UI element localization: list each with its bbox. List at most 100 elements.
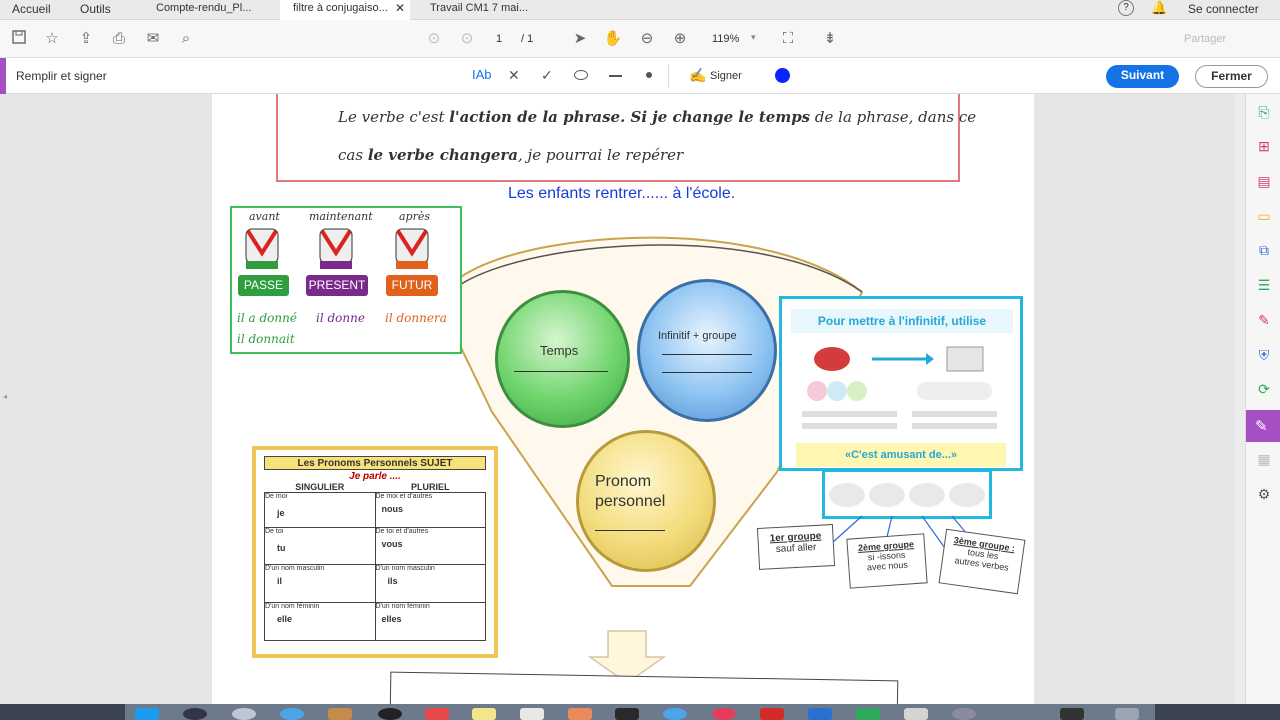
table-cell: De toi tu [264, 527, 376, 565]
comment-icon[interactable]: ▭ [1255, 207, 1273, 225]
help-icon[interactable]: ? [1118, 0, 1134, 16]
pronoun-circle: Pronom personnel [576, 430, 716, 572]
trash-icon[interactable] [1115, 708, 1139, 720]
vertical-scrollbar[interactable] [1235, 94, 1245, 704]
mail-dock-icon[interactable] [280, 708, 304, 720]
menu-home[interactable]: Accueil [12, 2, 51, 16]
table-row: De moi je De moi et d'autres nous [264, 492, 486, 528]
fill-sign-tool-active[interactable]: ✎ [1246, 410, 1280, 442]
fill-sign-title: Remplir et signer [16, 69, 107, 83]
tense-answer-line [514, 371, 608, 372]
export-pdf-icon[interactable]: ⎘ [1255, 103, 1273, 121]
rule-line-1: Le verbe c'est l'action de la phrase. Si… [338, 108, 976, 126]
tab-compte-rendu[interactable]: Compte-rendu_Pl... [156, 2, 251, 14]
cell-pronoun: ils [387, 576, 398, 586]
ink-color-swatch[interactable] [775, 68, 790, 83]
page-number-input[interactable]: 1 [496, 33, 502, 45]
protect-shield-icon[interactable]: ⛨ [1255, 346, 1273, 364]
facetime-icon[interactable] [615, 708, 639, 720]
tense-timeline-box: avant maintenant après PASSE PRESENT FUT… [230, 206, 462, 354]
optimize-icon[interactable]: ⟳ [1255, 380, 1273, 398]
finder-icon[interactable] [135, 708, 159, 720]
search-icon[interactable]: ⌕ [176, 29, 196, 49]
present-badge: PRESENT [306, 275, 368, 296]
cell-description: De toi [265, 528, 284, 535]
example-imperfect: il donnait [237, 332, 295, 346]
sign-in-link[interactable]: Se connecter [1188, 2, 1259, 16]
terminal-icon[interactable] [1060, 708, 1084, 720]
bell-icon[interactable]: 🔔 [1151, 0, 1167, 16]
settings-dock-icon[interactable] [952, 708, 976, 720]
excel-icon[interactable] [856, 708, 880, 720]
page-up-icon[interactable]: ⊙ [424, 29, 444, 49]
clock-icon[interactable] [378, 708, 402, 720]
example-future: il donnera [385, 311, 447, 325]
cell-description: De toi et d'autres [375, 528, 429, 535]
dot-icon[interactable] [646, 72, 652, 78]
tab-travail-cm1[interactable]: Travail CM1 7 mai... [430, 2, 528, 14]
rule-line-2: cas le verbe changera, je pourrai le rep… [338, 146, 683, 164]
cross-mark-icon[interactable]: ✕ [508, 67, 520, 84]
preview-icon[interactable] [904, 708, 928, 720]
launchpad-icon[interactable] [183, 708, 207, 720]
menu-tools[interactable]: Outils [80, 2, 111, 16]
acrobat-icon[interactable] [760, 708, 784, 720]
next-button[interactable]: Suivant [1106, 65, 1179, 88]
cell-description: De moi [265, 493, 288, 500]
divider [668, 64, 669, 88]
left-panel-toggle-icon[interactable]: ◂ [3, 392, 7, 401]
upload-cloud-icon[interactable]: ⇪ [76, 29, 96, 49]
calendar-icon[interactable] [425, 708, 449, 720]
conclusion-box [389, 671, 899, 704]
organize-pages-icon[interactable]: ☰ [1255, 276, 1273, 294]
photos-icon[interactable] [568, 708, 592, 720]
word-icon[interactable] [808, 708, 832, 720]
zoom-chevron-down-icon[interactable]: ▾ [751, 32, 756, 43]
close-button[interactable]: Fermer [1195, 65, 1268, 88]
label-before: avant [249, 210, 280, 223]
ellipse-icon[interactable] [574, 70, 588, 80]
cell-pronoun: elles [381, 614, 402, 624]
scroll-mode-icon[interactable]: ⇟ [820, 29, 840, 49]
hand-icon[interactable]: ✋ [603, 29, 623, 49]
cell-pronoun: je [277, 508, 285, 518]
safari-icon[interactable] [232, 708, 256, 720]
add-text-icon[interactable]: IAb [472, 67, 492, 82]
combine-files-icon[interactable]: ⧉ [1255, 241, 1273, 259]
zoom-level[interactable]: 119% [712, 33, 739, 45]
bookmark-star-icon[interactable]: ☆ [42, 29, 62, 49]
document-viewer[interactable]: ◂ Le verbe c'est l'action de la phrase. … [0, 94, 1245, 704]
checkmark-icon[interactable]: ✓ [541, 67, 553, 84]
pronoun-circle-label-2: personnel [595, 493, 666, 510]
mail-icon[interactable]: ✉ [143, 29, 163, 49]
edit-pdf-icon[interactable]: ▤ [1255, 172, 1273, 190]
messages-icon[interactable] [663, 708, 687, 720]
pen-sign-icon[interactable]: ✍ [689, 67, 706, 84]
tab-bar: Accueil Outils Compte-rendu_Pl... filtre… [0, 0, 1280, 20]
create-pdf-icon[interactable]: ⊞ [1255, 137, 1273, 155]
more-tools-icon[interactable]: ▦ [1255, 450, 1273, 468]
fit-page-icon[interactable]: ⛶ [778, 29, 798, 49]
redact-icon[interactable]: ✎ [1255, 311, 1273, 329]
contacts-icon[interactable] [328, 708, 352, 720]
line-icon[interactable] [609, 75, 622, 77]
sign-button[interactable]: Signer [710, 70, 742, 82]
share-button[interactable]: Partager [1184, 33, 1226, 45]
group-2-card: 2ème groupe si -issons avec nous [846, 533, 928, 589]
print-icon[interactable]: ⎙ [109, 29, 129, 49]
infinitive-circle-label: Infinitif + groupe [658, 330, 737, 342]
example-past: il a donné [237, 311, 297, 325]
zoom-out-icon[interactable]: ⊖ [637, 29, 657, 49]
tab-filtre-conjugaison[interactable]: filtre à conjugaiso... [293, 2, 388, 14]
select-cursor-icon[interactable]: ➤ [570, 29, 590, 49]
zoom-in-icon[interactable]: ⊕ [670, 29, 690, 49]
page-down-icon[interactable]: ⊙ [457, 29, 477, 49]
save-icon[interactable] [9, 29, 29, 49]
customize-tools-icon[interactable]: ⚙ [1255, 485, 1273, 503]
cell-pronoun: vous [381, 539, 403, 549]
notes-icon[interactable] [472, 708, 496, 720]
pronouns-card: Les Pronoms Personnels SUJET Je parle ..… [252, 446, 498, 658]
close-tab-icon[interactable]: ✕ [395, 1, 405, 15]
music-icon[interactable] [712, 708, 736, 720]
reminders-icon[interactable] [520, 708, 544, 720]
